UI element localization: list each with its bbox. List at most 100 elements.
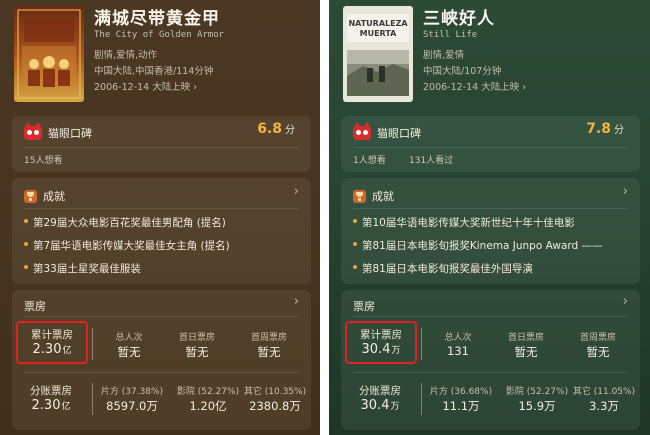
poster-title-text: NATURALEZA bbox=[348, 19, 408, 28]
achievement-item[interactable]: 第7届华语电影传媒大奖最佳女主角 (提名) bbox=[24, 238, 230, 253]
achievement-item[interactable]: 第29届大众电影百花奖最佳男配角 (提名) bbox=[24, 215, 226, 230]
movie-region-runtime: 中国大陆/107分钟 bbox=[423, 66, 502, 77]
split-value-unit: 亿 bbox=[61, 402, 71, 412]
movie-release[interactable]: 2006-12-14 大陆上映 › bbox=[94, 79, 197, 93]
movie-poster[interactable]: NATURALEZA MUERTA bbox=[343, 6, 413, 102]
chevron-right-icon[interactable]: › bbox=[294, 294, 299, 309]
split-value-number: 30.4 bbox=[360, 398, 390, 413]
maoyan-cat-logo-icon bbox=[353, 122, 371, 140]
movie-english-title: The City of Golden Armor bbox=[94, 30, 225, 40]
movie-region-runtime: 中国大陆,中国香港/114分钟 bbox=[94, 66, 214, 77]
movie-title: 满城尽带黄金甲 bbox=[94, 9, 220, 29]
watched-count: 131人看过 bbox=[409, 156, 454, 166]
divider bbox=[353, 372, 628, 373]
achievement-item[interactable]: 第81届日本电影旬报奖Kinema Junpo Award —— bbox=[353, 238, 603, 253]
film-share-value: 8597.0万 bbox=[106, 399, 158, 413]
divider bbox=[353, 316, 628, 317]
movie-release[interactable]: 2006-12-14 大陆上映 › bbox=[423, 79, 526, 93]
bracket-divider bbox=[92, 328, 98, 360]
rating-card[interactable]: 猫眼口碑 7.8 分 1人想看 131人看过 bbox=[341, 116, 640, 172]
cinema-share-label: 影院 (52.27%) bbox=[176, 387, 240, 397]
box-office-title: 票房 bbox=[24, 300, 46, 313]
first-day-value: 暂无 bbox=[185, 345, 209, 359]
admissions-label: 总人次 bbox=[115, 333, 143, 343]
achievement-text: 第10届华语电影传媒大奖新世纪十年十佳电影 bbox=[362, 217, 575, 229]
achievements-title: 成就 bbox=[43, 190, 65, 203]
maoyan-cat-logo-icon bbox=[24, 122, 42, 140]
admissions-value: 131 bbox=[447, 344, 469, 358]
rating-source-label: 猫眼口碑 bbox=[377, 127, 421, 140]
first-week-value: 暂无 bbox=[257, 345, 281, 359]
movie-poster[interactable] bbox=[14, 6, 84, 102]
release-date-text: 2006-12-14 大陆上映 bbox=[423, 82, 520, 93]
achievements-card[interactable]: 成就 › 第10届华语电影传媒大奖新世纪十年十佳电影 第81届日本电影旬报奖Ki… bbox=[341, 178, 640, 284]
rating-card[interactable]: 猫眼口碑 6.8 分 15人想看 bbox=[12, 116, 311, 172]
split-box-office-value: 2.30亿 bbox=[20, 398, 82, 413]
cinema-share-value: 15.9万 bbox=[518, 399, 556, 413]
movie-genres: 剧情,爱情,动作 bbox=[94, 50, 158, 61]
bullet-icon bbox=[353, 219, 357, 223]
bullet-icon bbox=[353, 265, 357, 269]
achievement-item[interactable]: 第81届日本电影旬报奖最佳外国导演 bbox=[353, 261, 533, 276]
want-to-watch-count: 15人想看 bbox=[24, 156, 63, 166]
divider bbox=[24, 372, 299, 373]
first-week-label: 首周票房 bbox=[250, 333, 287, 343]
split-box-office-label: 分账票房 bbox=[359, 385, 401, 397]
first-day-label: 首日票房 bbox=[507, 333, 544, 343]
box-office-card[interactable]: 票房 › 累计票房 30.4万 总人次 131 首日票房 暂无 首周票房 暂无 … bbox=[341, 290, 640, 430]
chevron-right-icon[interactable]: › bbox=[623, 294, 628, 309]
chevron-right-icon[interactable]: › bbox=[623, 184, 628, 199]
divider bbox=[24, 208, 299, 209]
achievement-text: 第81届日本电影旬报奖Kinema Junpo Award —— bbox=[362, 240, 603, 252]
split-value-unit: 万 bbox=[390, 402, 400, 412]
score-value: 6.8 bbox=[257, 121, 282, 137]
film-share-label: 片方 (37.38%) bbox=[100, 387, 164, 397]
split-box-office-label: 分账票房 bbox=[30, 385, 72, 397]
split-value-number: 2.30 bbox=[31, 398, 61, 413]
bullet-icon bbox=[353, 242, 357, 246]
admissions-label: 总人次 bbox=[444, 333, 472, 343]
split-box-office-value: 30.4万 bbox=[349, 398, 411, 413]
score-unit: 分 bbox=[614, 125, 624, 136]
chevron-right-icon: › bbox=[193, 82, 198, 93]
divider bbox=[24, 147, 299, 148]
movie-title: 三峡好人 bbox=[423, 9, 495, 29]
other-share-value: 2380.8万 bbox=[249, 399, 301, 413]
highlight-box bbox=[345, 321, 417, 364]
divider bbox=[353, 208, 628, 209]
svg-text:MUERTA: MUERTA bbox=[360, 29, 398, 38]
release-date-text: 2006-12-14 大陆上映 bbox=[94, 82, 191, 93]
achievements-card[interactable]: 成就 › 第29届大众电影百花奖最佳男配角 (提名) 第7届华语电影传媒大奖最佳… bbox=[12, 178, 311, 284]
chevron-right-icon: › bbox=[522, 82, 527, 93]
achievement-item[interactable]: 第10届华语电影传媒大奖新世纪十年十佳电影 bbox=[353, 215, 575, 230]
bracket-divider bbox=[421, 328, 427, 360]
film-share-value: 11.1万 bbox=[442, 399, 480, 413]
chevron-right-icon[interactable]: › bbox=[294, 184, 299, 199]
score-unit: 分 bbox=[285, 125, 295, 136]
box-office-card[interactable]: 票房 › 累计票房 2.30亿 总人次 暂无 首日票房 暂无 首周票房 暂无 分… bbox=[12, 290, 311, 430]
achievement-text: 第29届大众电影百花奖最佳男配角 (提名) bbox=[33, 217, 226, 229]
movie-panel-golden-armor: 满城尽带黄金甲 The City of Golden Armor 剧情,爱情,动… bbox=[0, 0, 320, 435]
other-share-label: 其它 (10.35%) bbox=[243, 387, 307, 397]
first-week-value: 暂无 bbox=[586, 345, 610, 359]
rating-score: 6.8 分 bbox=[257, 121, 295, 137]
trophy-icon bbox=[353, 190, 366, 203]
want-to-watch-count: 1人想看 bbox=[353, 156, 386, 166]
bullet-icon bbox=[24, 265, 28, 269]
first-day-label: 首日票房 bbox=[178, 333, 215, 343]
achievement-text: 第33届土星奖最佳服装 bbox=[33, 263, 141, 275]
other-share-label: 其它 (11.05%) bbox=[572, 387, 636, 397]
box-office-title: 票房 bbox=[353, 300, 375, 313]
admissions-value: 暂无 bbox=[117, 345, 141, 359]
film-share-label: 片方 (36.68%) bbox=[429, 387, 493, 397]
bullet-icon bbox=[24, 242, 28, 246]
trophy-icon bbox=[24, 190, 37, 203]
highlight-box bbox=[16, 321, 88, 364]
rating-source-label: 猫眼口碑 bbox=[48, 127, 92, 140]
bullet-icon bbox=[24, 219, 28, 223]
cinema-share-label: 影院 (52.27%) bbox=[505, 387, 569, 397]
achievement-item[interactable]: 第33届土星奖最佳服装 bbox=[24, 261, 141, 276]
first-day-value: 暂无 bbox=[514, 345, 538, 359]
movie-english-title: Still Life bbox=[423, 30, 478, 40]
first-week-label: 首周票房 bbox=[579, 333, 616, 343]
